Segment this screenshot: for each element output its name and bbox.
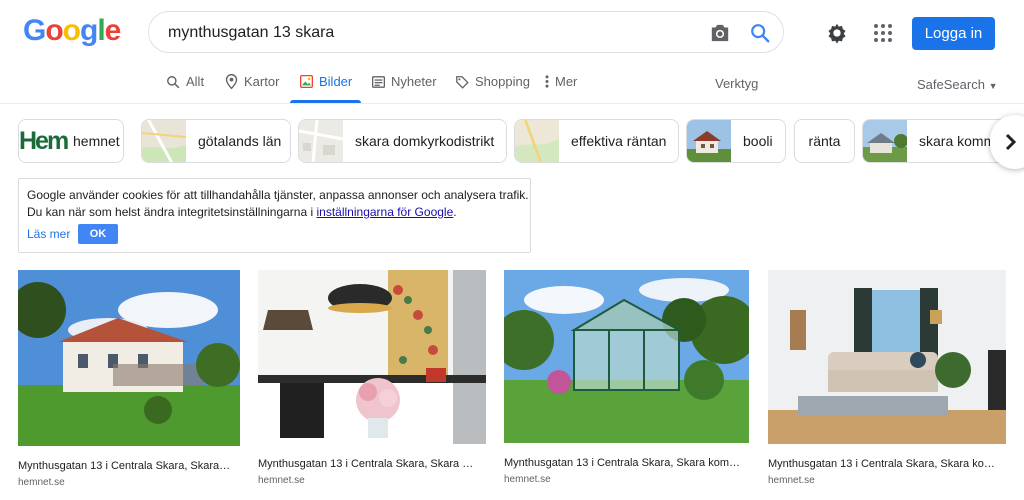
tab-label: Shopping (475, 74, 530, 89)
chip-skara-domkyrkodistrikt[interactable]: skara domkyrkodistrikt (298, 119, 507, 163)
active-tab-indicator (290, 100, 361, 103)
result-title[interactable]: Mynthusgatan 13 i Centrala Skara, Skara … (768, 458, 1006, 470)
cookie-text-prefix: Du kan när som helst ändra integritetsin… (27, 205, 317, 219)
login-button[interactable]: Logga in (912, 17, 995, 50)
ok-button[interactable]: OK (78, 224, 118, 244)
kitchen-image[interactable] (258, 270, 486, 444)
cookie-text-line1: Google använder cookies för att tillhand… (27, 188, 529, 202)
house-photo-thumb (687, 120, 731, 162)
chip-label: effektiva räntan (571, 133, 667, 149)
greenhouse-image[interactable] (494, 270, 758, 443)
map-thumb (142, 120, 186, 162)
chip-label: ränta (808, 133, 841, 149)
map-thumb (515, 120, 559, 162)
tab-label: Bilder (319, 74, 353, 89)
chip-ranta[interactable]: ränta (794, 119, 855, 163)
living-room-image[interactable] (768, 270, 1006, 444)
logo-letter: g (80, 14, 98, 47)
google-settings-link[interactable]: inställningarna för Google (317, 205, 454, 219)
logo-letter: o (45, 14, 63, 47)
search-tabs: Allt Kartor Bilder Nyheter Shopping Mer … (0, 62, 1024, 104)
chip-hemnet[interactable]: Hem hemnet (18, 119, 124, 163)
tab-all[interactable]: Allt (166, 74, 204, 89)
logo-letter: o (62, 14, 81, 47)
result-source: hemnet.se (18, 477, 65, 488)
tab-label: Kartor (244, 74, 280, 89)
search-icon (167, 75, 180, 88)
logo-letter: G (23, 14, 46, 47)
news-icon (372, 75, 385, 88)
map-pin-icon (225, 74, 238, 89)
cookie-notice: Google använder cookies för att tillhand… (18, 178, 531, 253)
chip-label: booli (743, 133, 773, 149)
chip-booli[interactable]: booli (686, 119, 786, 163)
learn-more-link[interactable]: Läs mer (27, 227, 70, 241)
search-icon[interactable] (749, 22, 771, 44)
search-box[interactable]: mynthusgatan 13 skara (148, 11, 784, 53)
tag-icon (456, 75, 469, 89)
result-title[interactable]: Mynthusgatan 13 i Centrala Skara, Skara … (504, 457, 749, 469)
tab-images[interactable]: Bilder (300, 74, 352, 89)
image-icon (300, 75, 313, 88)
chevron-right-icon (1005, 133, 1017, 151)
apps-grid-icon[interactable] (873, 23, 893, 43)
result-source: hemnet.se (768, 475, 815, 486)
logo-letter: e (104, 14, 122, 47)
chip-label: hemnet (73, 133, 120, 149)
caret-down-icon: ▼ (988, 81, 998, 91)
tab-more[interactable]: Mer (545, 74, 577, 89)
tab-maps[interactable]: Kartor (225, 74, 279, 89)
house-photo-thumb (863, 120, 907, 162)
result-source: hemnet.se (504, 474, 551, 485)
map-thumb (299, 120, 343, 162)
chip-label: götalands län (198, 133, 282, 149)
result-title[interactable]: Mynthusgatan 13 i Centrala Skara, Skara … (258, 458, 486, 470)
tab-label: Nyheter (391, 74, 437, 89)
chip-label: skara domkyrkodistrikt (355, 133, 495, 149)
image-result[interactable]: Mynthusgatan 13 i Centrala Skara, Skara…… (10, 270, 240, 488)
search-input[interactable]: mynthusgatan 13 skara (168, 24, 334, 42)
safesearch-button[interactable]: SafeSearch ▼ (917, 77, 997, 92)
image-result[interactable]: Mynthusgatan 13 i Centrala Skara, Skara … (768, 270, 1006, 486)
more-vert-icon (545, 75, 549, 88)
hemnet-logo-thumb: Hem (19, 120, 71, 162)
cookie-text-suffix: . (453, 205, 457, 219)
image-result[interactable]: Mynthusgatan 13 i Centrala Skara, Skara … (258, 270, 486, 486)
result-source: hemnet.se (258, 475, 305, 486)
safesearch-label: SafeSearch (917, 77, 985, 92)
cookie-text-line2: Du kan när som helst ändra integritetsin… (27, 204, 457, 220)
result-title[interactable]: Mynthusgatan 13 i Centrala Skara, Skara… (18, 460, 240, 472)
chip-gotalands-lan[interactable]: götalands län (141, 119, 291, 163)
chip-effektiva-rantan[interactable]: effektiva räntan (514, 119, 679, 163)
camera-icon[interactable] (709, 23, 731, 43)
tab-news[interactable]: Nyheter (372, 74, 437, 89)
logo-letter: l (97, 14, 105, 47)
tools-button[interactable]: Verktyg (715, 76, 758, 91)
gear-icon[interactable] (826, 22, 848, 44)
tab-label: Mer (555, 74, 578, 89)
tab-label: Allt (186, 74, 205, 89)
house-exterior-image[interactable] (10, 270, 240, 446)
google-logo[interactable]: Google (23, 14, 122, 48)
tab-shopping[interactable]: Shopping (455, 74, 530, 89)
image-result[interactable]: Mynthusgatan 13 i Centrala Skara, Skara … (494, 270, 758, 485)
